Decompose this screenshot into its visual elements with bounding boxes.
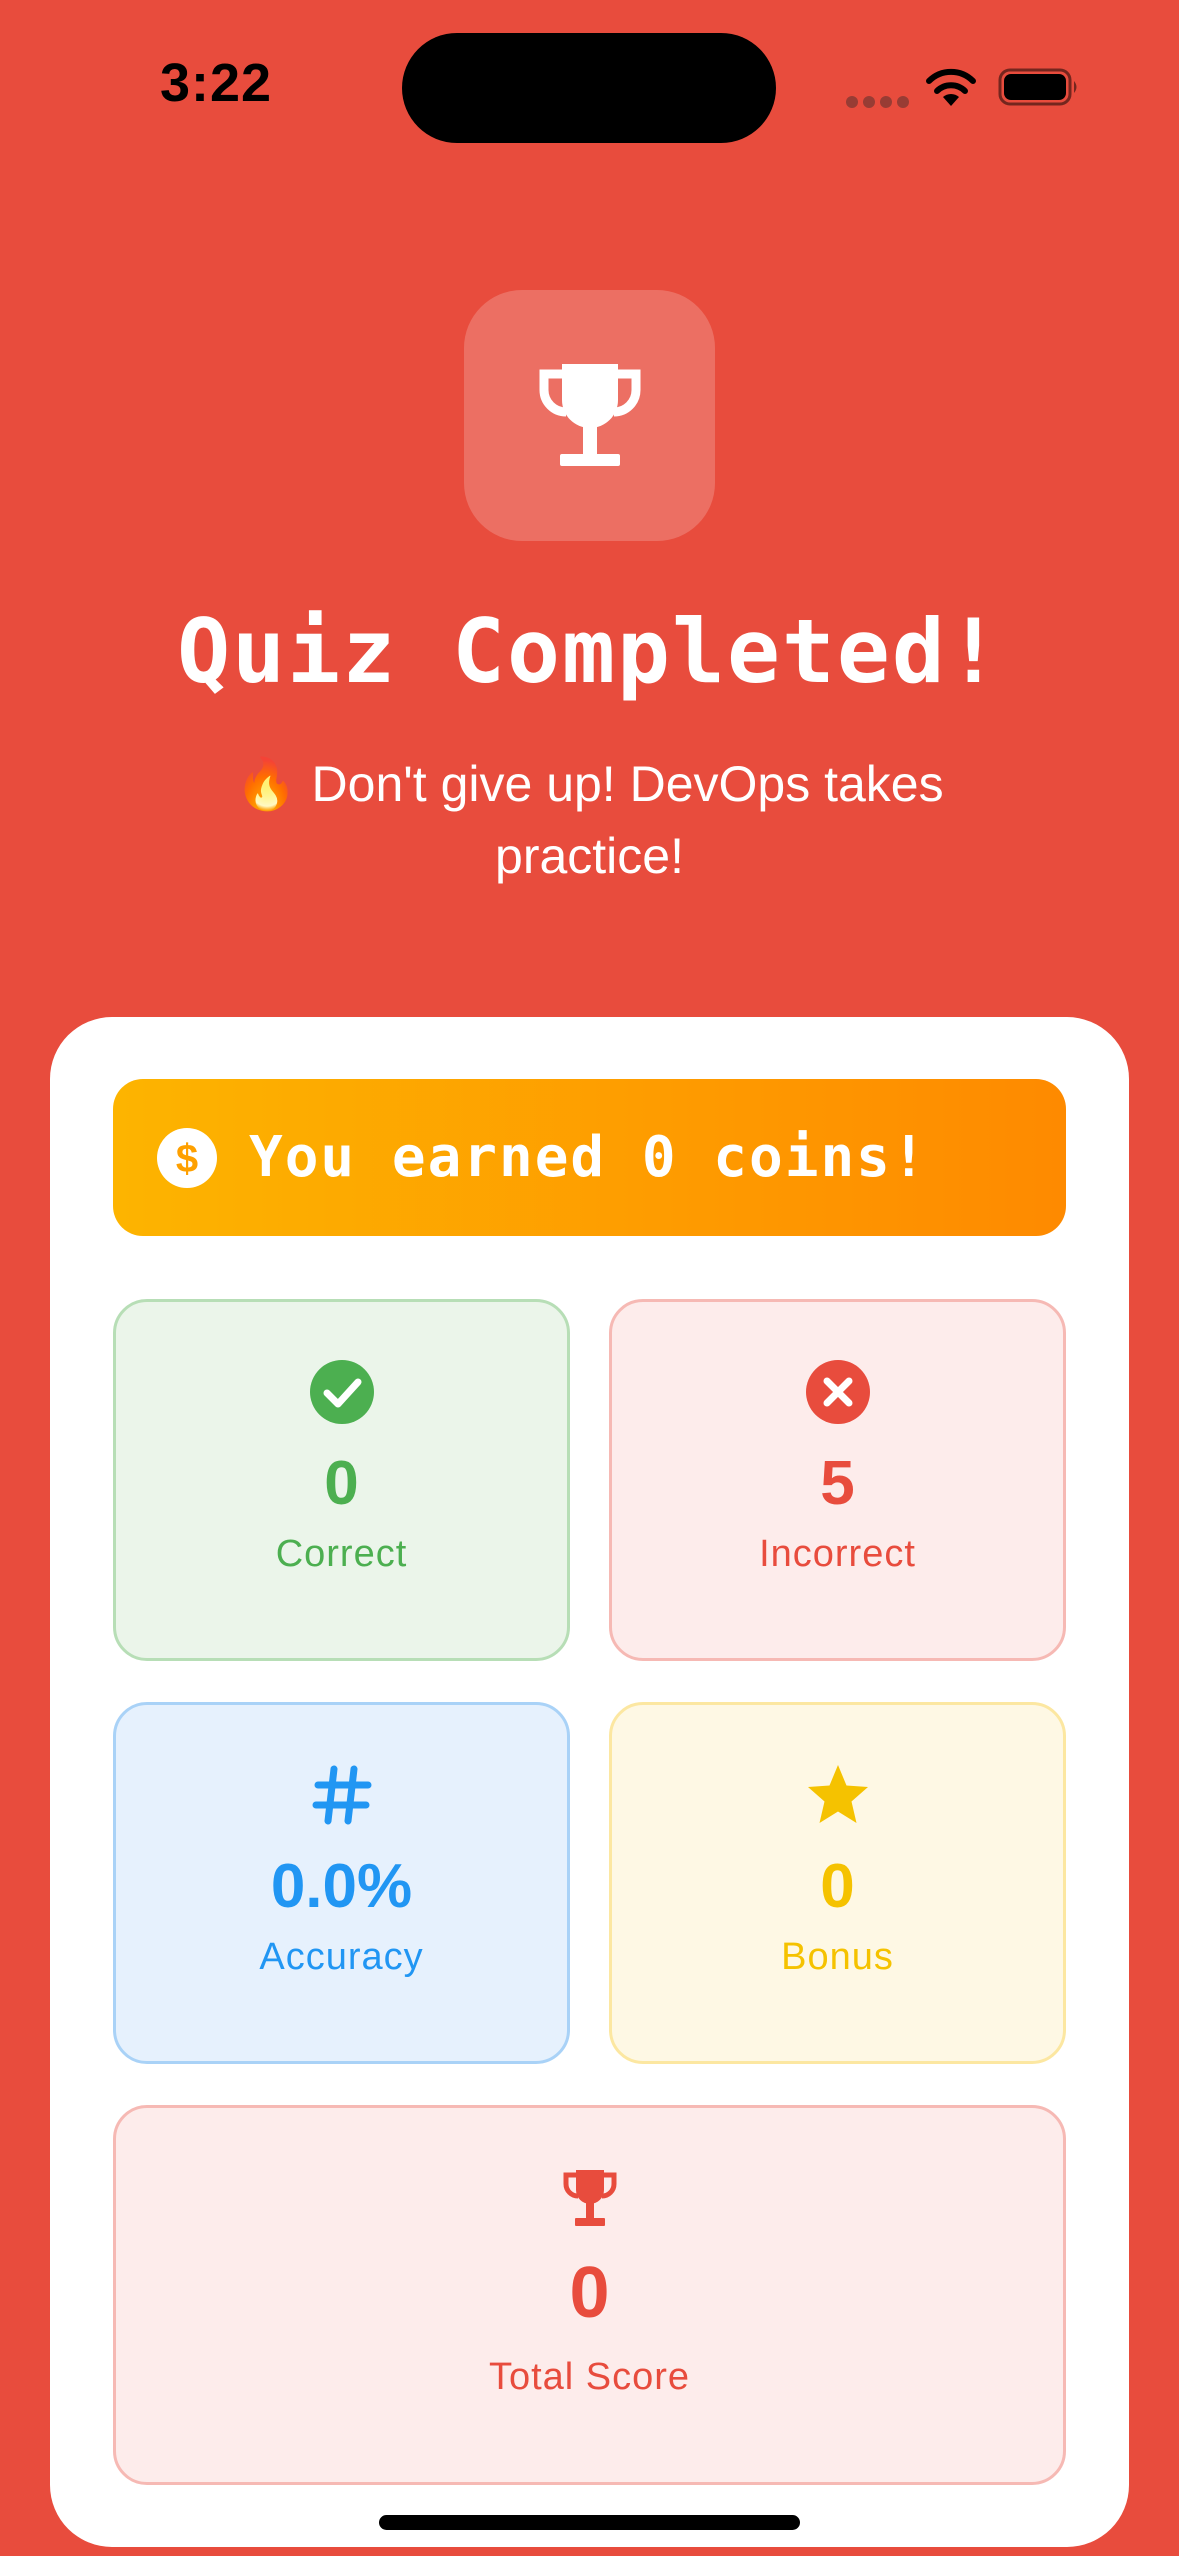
total-score-card: 0 Total Score: [113, 2105, 1066, 2485]
results-card: $ You earned 0 coins! 0 Correct 5 Incorr…: [50, 1017, 1129, 2547]
incorrect-label: Incorrect: [759, 1533, 916, 1575]
dollar-coin-icon: $: [157, 1127, 217, 1188]
page-title: Quiz Completed!: [177, 600, 1002, 703]
dynamic-island: [402, 33, 776, 143]
home-indicator[interactable]: [379, 2515, 800, 2530]
bonus-stat-card: 0 Bonus: [609, 1702, 1066, 2064]
correct-label: Correct: [275, 1533, 408, 1575]
status-time: 3:22: [160, 53, 273, 113]
accuracy-label: Accuracy: [259, 1936, 424, 1978]
coins-banner: $ You earned 0 coins!: [113, 1079, 1066, 1236]
trophy-badge: [464, 290, 715, 541]
incorrect-count: 5: [820, 1449, 855, 1518]
coins-earned-text: You earned 0 coins!: [249, 1125, 928, 1190]
total-score-value: 0: [569, 2253, 610, 2333]
bonus-value: 0: [820, 1852, 855, 1921]
hash-icon: [312, 1765, 371, 1825]
star-icon: [807, 1765, 868, 1823]
check-circle-icon: [309, 1360, 374, 1424]
accuracy-stat-card: 0.0% Accuracy: [113, 1702, 570, 2064]
battery-icon: [998, 68, 1077, 106]
bonus-label: Bonus: [781, 1936, 894, 1978]
status-bar: 3:22: [0, 0, 1179, 160]
wifi-icon: [926, 68, 976, 106]
accuracy-value: 0.0%: [270, 1852, 413, 1921]
incorrect-stat-card: 5 Incorrect: [609, 1299, 1066, 1661]
cellular-signal-icon: [846, 95, 914, 113]
trophy-icon: [539, 363, 640, 466]
encouragement-message: 🔥 Don't give up! DevOps takes practice!: [235, 756, 944, 884]
correct-count: 0: [324, 1449, 359, 1518]
total-score-label: Total Score: [488, 2356, 691, 2398]
x-circle-icon: [805, 1360, 870, 1424]
svg-text:$: $: [176, 1137, 198, 1181]
correct-stat-card: 0 Correct: [113, 1299, 570, 1661]
trophy-icon: [563, 2170, 616, 2226]
